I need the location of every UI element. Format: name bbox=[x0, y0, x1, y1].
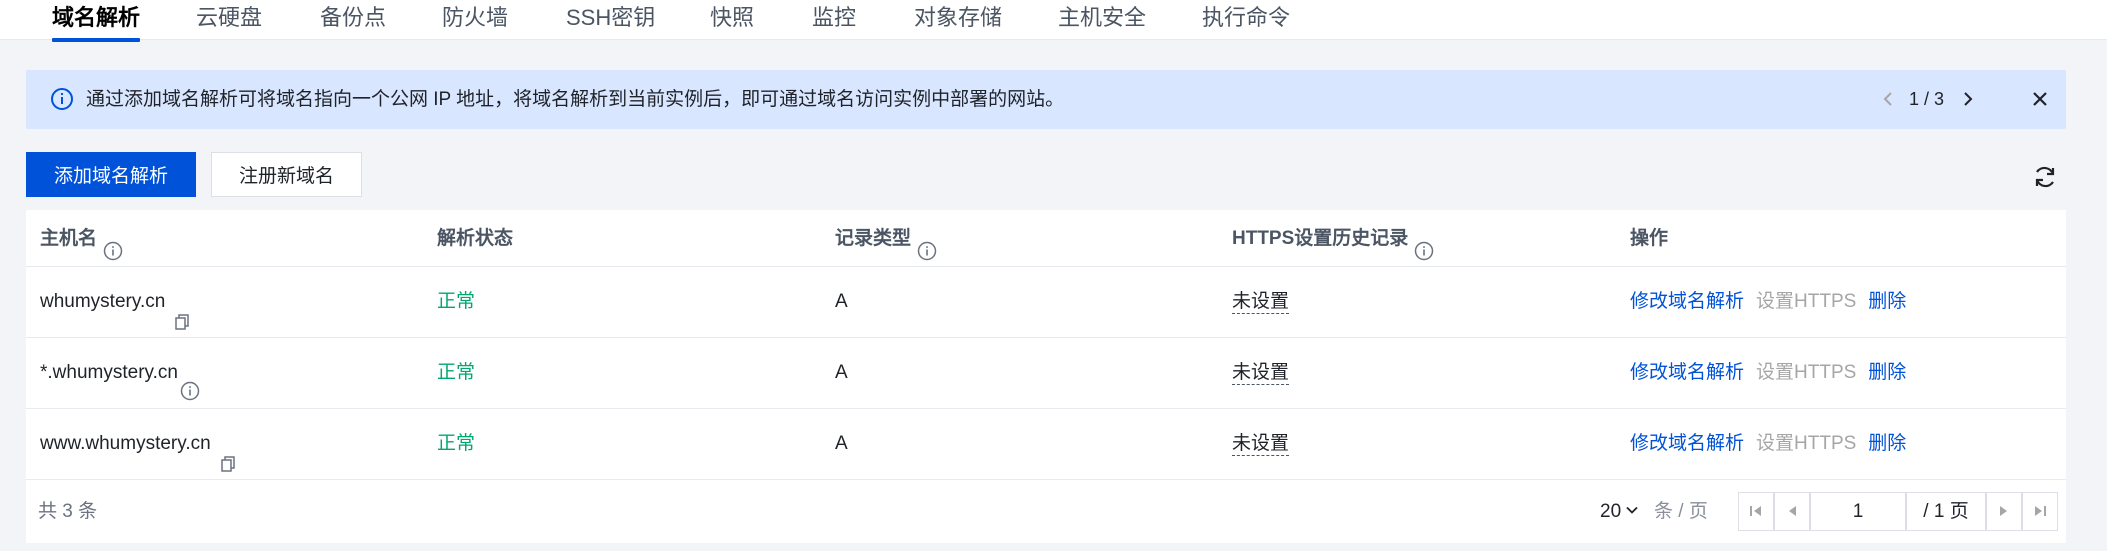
total-pages: / 1 页 bbox=[1906, 492, 1986, 531]
host-cell: *.whumystery.cn bbox=[40, 338, 200, 408]
first-page-button[interactable] bbox=[1738, 492, 1774, 531]
info-icon[interactable] bbox=[917, 227, 937, 261]
ops-cell: 修改域名解析 设置HTTPS 删除 bbox=[1630, 267, 1918, 337]
next-page-button[interactable] bbox=[1986, 492, 2022, 531]
ops-cell: 修改域名解析 设置HTTPS 删除 bbox=[1630, 338, 1918, 408]
https-cell: 未设置 bbox=[1232, 291, 1290, 314]
set-https-link: 设置HTTPS bbox=[1756, 362, 1857, 383]
status-cell: 正常 bbox=[437, 433, 476, 454]
page-number-input[interactable] bbox=[1810, 492, 1906, 531]
total-count: 共 3 条 bbox=[38, 501, 98, 522]
prev-page-button[interactable] bbox=[1774, 492, 1810, 531]
table-row: *.whumystery.cn 正常 A 未设置 修改域名解析 设置HTTPS 删除 bbox=[26, 338, 2066, 409]
copy-icon[interactable] bbox=[173, 291, 191, 331]
table-row: whumystery.cn 正常 A 未设置 修改域名解析 设置HTTPS 删除 bbox=[26, 267, 2066, 338]
chevron-down-icon bbox=[1626, 507, 1638, 515]
modify-dns-link[interactable]: 修改域名解析 bbox=[1630, 291, 1744, 312]
delete-link[interactable]: 删除 bbox=[1868, 291, 1906, 312]
next-page-icon bbox=[2000, 506, 2007, 516]
header-type: 记录类型 bbox=[835, 210, 937, 267]
tab-cloud-disk[interactable]: 云硬盘 bbox=[196, 2, 262, 38]
tab-backup[interactable]: 备份点 bbox=[320, 2, 386, 38]
modify-dns-link[interactable]: 修改域名解析 bbox=[1630, 362, 1744, 383]
add-dns-record-button[interactable]: 添加域名解析 bbox=[26, 152, 196, 197]
info-icon[interactable] bbox=[180, 361, 200, 401]
modify-dns-link[interactable]: 修改域名解析 bbox=[1630, 433, 1744, 454]
banner-message: 通过添加域名解析可将域名指向一个公网 IP 地址，将域名解析到当前实例后，即可通… bbox=[86, 89, 1065, 110]
status-cell: 正常 bbox=[437, 362, 476, 383]
tab-bar: 域名解析 云硬盘 备份点 防火墙 SSH密钥 快照 监控 对象存储 主机安全 执… bbox=[0, 0, 2107, 42]
info-banner: 通过添加域名解析可将域名指向一个公网 IP 地址，将域名解析到当前实例后，即可通… bbox=[26, 70, 2066, 129]
page-size-select[interactable]: 20 bbox=[1600, 480, 1639, 543]
tab-host-security[interactable]: 主机安全 bbox=[1058, 2, 1146, 38]
header-https: HTTPS设置历史记录 bbox=[1232, 210, 1434, 267]
tab-firewall[interactable]: 防火墙 bbox=[442, 2, 508, 38]
info-icon bbox=[50, 87, 74, 111]
last-page-icon bbox=[2035, 506, 2046, 516]
tab-snapshot[interactable]: 快照 bbox=[710, 2, 754, 38]
refresh-icon[interactable] bbox=[2032, 164, 2058, 190]
first-page-icon bbox=[1750, 506, 1761, 516]
tab-ssh-key[interactable]: SSH密钥 bbox=[566, 2, 655, 38]
prev-page-icon bbox=[1789, 506, 1796, 516]
https-cell: 未设置 bbox=[1232, 362, 1290, 385]
pagination: 共 3 条 20 条 / 页 / 1 页 bbox=[26, 480, 2066, 543]
table-row: www.whumystery.cn 正常 A 未设置 修改域名解析 设置HTTPS… bbox=[26, 409, 2066, 480]
set-https-link: 设置HTTPS bbox=[1756, 291, 1857, 312]
last-page-button[interactable] bbox=[2022, 492, 2058, 531]
register-domain-button[interactable]: 注册新域名 bbox=[211, 152, 362, 197]
type-cell: A bbox=[835, 433, 848, 454]
page-size-unit: 条 / 页 bbox=[1654, 501, 1708, 522]
chevron-right-icon[interactable] bbox=[1956, 87, 1980, 111]
chevron-left-icon[interactable] bbox=[1876, 87, 1900, 111]
delete-link[interactable]: 删除 bbox=[1868, 433, 1906, 454]
host-cell: www.whumystery.cn bbox=[40, 409, 237, 479]
copy-icon[interactable] bbox=[219, 433, 237, 473]
type-cell: A bbox=[835, 291, 848, 312]
ops-cell: 修改域名解析 设置HTTPS 删除 bbox=[1630, 409, 1918, 479]
host-cell: whumystery.cn bbox=[40, 267, 191, 337]
info-icon[interactable] bbox=[1414, 227, 1434, 261]
close-icon[interactable] bbox=[2028, 87, 2052, 111]
tab-exec-command[interactable]: 执行命令 bbox=[1202, 2, 1290, 38]
info-icon[interactable] bbox=[103, 227, 123, 261]
delete-link[interactable]: 删除 bbox=[1868, 362, 1906, 383]
header-ops: 操作 bbox=[1630, 228, 1669, 249]
dns-records-table: 主机名 解析状态 记录类型 HTTPS设置历史记录 操作 whumystery.… bbox=[26, 210, 2066, 543]
tab-dns[interactable]: 域名解析 bbox=[52, 2, 141, 42]
type-cell: A bbox=[835, 362, 848, 383]
tab-object-storage[interactable]: 对象存储 bbox=[914, 2, 1002, 38]
tab-monitor[interactable]: 监控 bbox=[812, 2, 856, 38]
table-header: 主机名 解析状态 记录类型 HTTPS设置历史记录 操作 bbox=[26, 210, 2066, 267]
header-host: 主机名 bbox=[40, 210, 123, 267]
https-cell: 未设置 bbox=[1232, 433, 1290, 456]
status-cell: 正常 bbox=[437, 291, 476, 312]
set-https-link: 设置HTTPS bbox=[1756, 433, 1857, 454]
banner-pager: 1 / 3 bbox=[1909, 89, 1945, 109]
header-status: 解析状态 bbox=[437, 228, 514, 249]
